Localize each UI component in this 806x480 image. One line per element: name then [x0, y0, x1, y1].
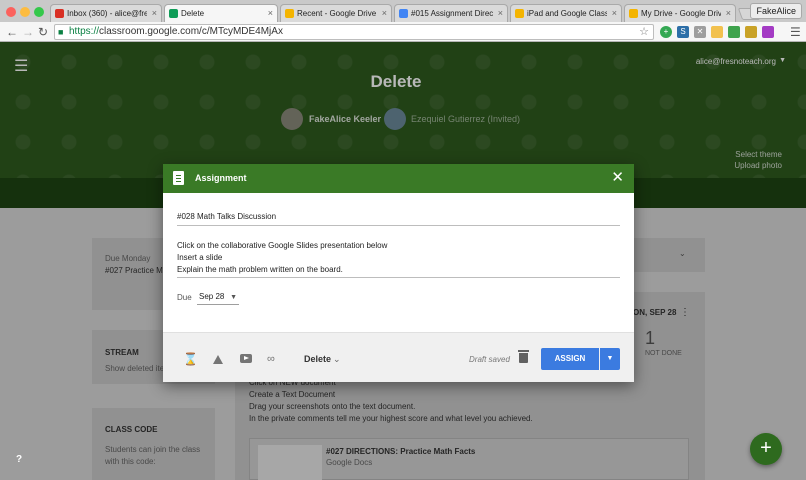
drive-favicon-icon — [629, 9, 638, 18]
browser-tab-recent-drive[interactable]: Recent - Google Drive × — [280, 4, 392, 22]
instruction-line: Insert a slide — [177, 253, 223, 262]
extension-timer-icon[interactable] — [728, 26, 740, 38]
browser-tab-strip: Inbox (360) - alice@fresno × Delete × Re… — [0, 0, 806, 22]
instruction-line: Explain the math problem written on the … — [177, 265, 343, 274]
assignment-title-input[interactable]: #028 Math Talks Discussion — [177, 212, 620, 226]
extension-docs-icon[interactable] — [745, 26, 757, 38]
extension-s-icon[interactable]: S — [677, 26, 689, 38]
back-arrow-icon[interactable]: ← — [6, 24, 18, 40]
browser-toolbar: ← → ↻ ■ https://classroom.google.com/c/M… — [0, 22, 806, 42]
bookmark-star-icon[interactable]: ☆ — [639, 25, 649, 39]
tab-label: iPad and Google Classroo — [527, 9, 607, 18]
attach-icon[interactable]: ⌛ — [183, 352, 198, 366]
extension-plus-icon[interactable]: + — [660, 26, 672, 38]
browser-tab-inbox[interactable]: Inbox (360) - alice@fresno × — [50, 4, 162, 22]
window-minimize-icon[interactable] — [20, 7, 30, 17]
topic-select[interactable]: Delete ⌄ — [304, 354, 341, 365]
youtube-icon[interactable] — [240, 354, 252, 363]
dialog-title: Assignment — [195, 173, 247, 183]
window-zoom-icon[interactable] — [34, 7, 44, 17]
browser-profile-button[interactable]: FakeAlice — [750, 3, 802, 19]
browser-tab-assignment-directions[interactable]: #015 Assignment Direction × — [394, 4, 508, 22]
due-date-value: Sep 28 — [199, 292, 225, 301]
assign-options-button[interactable]: ▼ — [600, 348, 620, 370]
topic-value: Delete — [304, 354, 332, 364]
assign-button[interactable]: ASSIGN — [541, 348, 599, 370]
tab-label: Delete — [181, 9, 205, 18]
dialog-footer: ⌛ ∞ Delete ⌄ Draft saved ASSIGN ▼ — [163, 332, 634, 382]
google-drive-icon[interactable] — [213, 355, 223, 364]
url-scheme: https:// — [69, 26, 100, 37]
instructions-input[interactable]: Click on the collaborative Google Slides… — [177, 240, 620, 278]
trash-icon[interactable] — [518, 350, 529, 363]
tab-close-icon[interactable]: × — [268, 5, 273, 22]
extension-clip-icon[interactable] — [711, 26, 723, 38]
url-text: classroom.google.com/c/MTcyMDE4MjAx — [99, 26, 283, 37]
tab-close-icon[interactable]: × — [152, 5, 157, 22]
address-bar[interactable]: ■ https://classroom.google.com/c/MTcyMDE… — [54, 24, 654, 40]
dialog-header: Assignment ✕ — [163, 164, 634, 193]
help-icon[interactable]: ? — [16, 454, 22, 465]
window-close-icon[interactable] — [6, 7, 16, 17]
drive-favicon-icon — [285, 9, 294, 18]
forward-arrow-icon[interactable]: → — [22, 24, 34, 40]
tab-label: My Drive - Google Drive — [641, 9, 721, 18]
tab-close-icon[interactable]: × — [612, 5, 617, 22]
tab-close-icon[interactable]: × — [498, 5, 503, 22]
extension-color-icon[interactable] — [762, 26, 774, 38]
browser-tab-delete[interactable]: Delete × — [164, 4, 278, 22]
browser-tab-my-drive[interactable]: My Drive - Google Drive × — [624, 4, 736, 22]
tab-close-icon[interactable]: × — [726, 5, 731, 22]
draft-status: Draft saved — [469, 355, 510, 364]
add-post-button[interactable]: + — [750, 433, 782, 465]
tab-label: #015 Assignment Direction — [411, 9, 493, 18]
due-label: Due — [177, 293, 192, 302]
instruction-line: Click on the collaborative Google Slides… — [177, 241, 388, 250]
assignment-dialog: Assignment ✕ #028 Math Talks Discussion … — [163, 164, 634, 382]
browser-menu-icon[interactable]: ☰ — [790, 24, 801, 40]
assignment-icon — [173, 171, 184, 185]
chevron-down-icon: ⌄ — [333, 354, 341, 364]
tab-label: Inbox (360) - alice@fresno — [67, 9, 147, 18]
extension-scissors-icon[interactable]: ✕ — [694, 26, 706, 38]
link-icon[interactable]: ∞ — [267, 352, 275, 366]
docs-favicon-icon — [399, 9, 408, 18]
reload-icon[interactable]: ↻ — [38, 24, 48, 40]
gmail-favicon-icon — [55, 9, 64, 18]
close-icon[interactable]: ✕ — [611, 169, 624, 187]
due-date-select[interactable]: Sep 28 ▼ — [197, 290, 239, 305]
browser-tab-ipad-classroom[interactable]: iPad and Google Classroo × — [510, 4, 622, 22]
classroom-favicon-icon — [169, 9, 178, 18]
lock-icon: ■ — [58, 27, 64, 37]
chevron-down-icon: ▼ — [230, 294, 237, 301]
slides-favicon-icon — [515, 9, 524, 18]
tab-label: Recent - Google Drive — [297, 9, 377, 18]
tab-close-icon[interactable]: × — [382, 5, 387, 22]
